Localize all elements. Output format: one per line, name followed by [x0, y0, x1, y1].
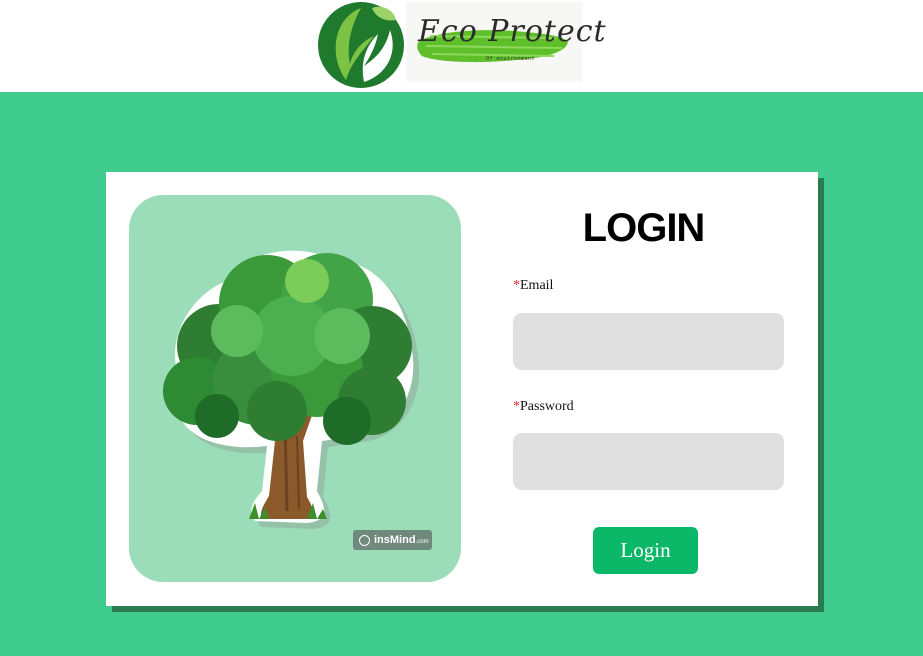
tree-illustration [163, 250, 419, 529]
login-title: LOGIN [582, 206, 706, 250]
email-required-mark: * [513, 278, 520, 293]
login-button[interactable]: Login [593, 527, 698, 574]
watermark-suffix: .com [415, 539, 429, 545]
insmind-watermark: insMind.com [353, 530, 432, 550]
site-header: Eco Protect Of environment [0, 0, 923, 92]
password-label-text: Password [520, 399, 574, 414]
logo-wordmark: Eco Protect Of environment [406, 2, 606, 82]
logo-name: Eco Protect [418, 14, 607, 49]
email-label-text: Email [520, 278, 554, 293]
email-label: *Email [513, 278, 553, 294]
watermark-text: insMind [374, 534, 416, 546]
password-required-mark: * [513, 399, 520, 414]
eco-protect-logo[interactable]: Eco Protect Of environment [316, 0, 606, 90]
insmind-logo-icon [359, 534, 370, 546]
illustration-panel: insMind.com [129, 195, 461, 582]
password-field[interactable] [513, 433, 784, 490]
password-label: *Password [513, 399, 574, 415]
login-card: insMind.com LOGIN *Email *Password Login [106, 172, 818, 606]
leaf-logo-icon [318, 2, 404, 88]
logo-tagline: Of environment [486, 56, 536, 62]
email-field[interactable] [513, 313, 784, 370]
